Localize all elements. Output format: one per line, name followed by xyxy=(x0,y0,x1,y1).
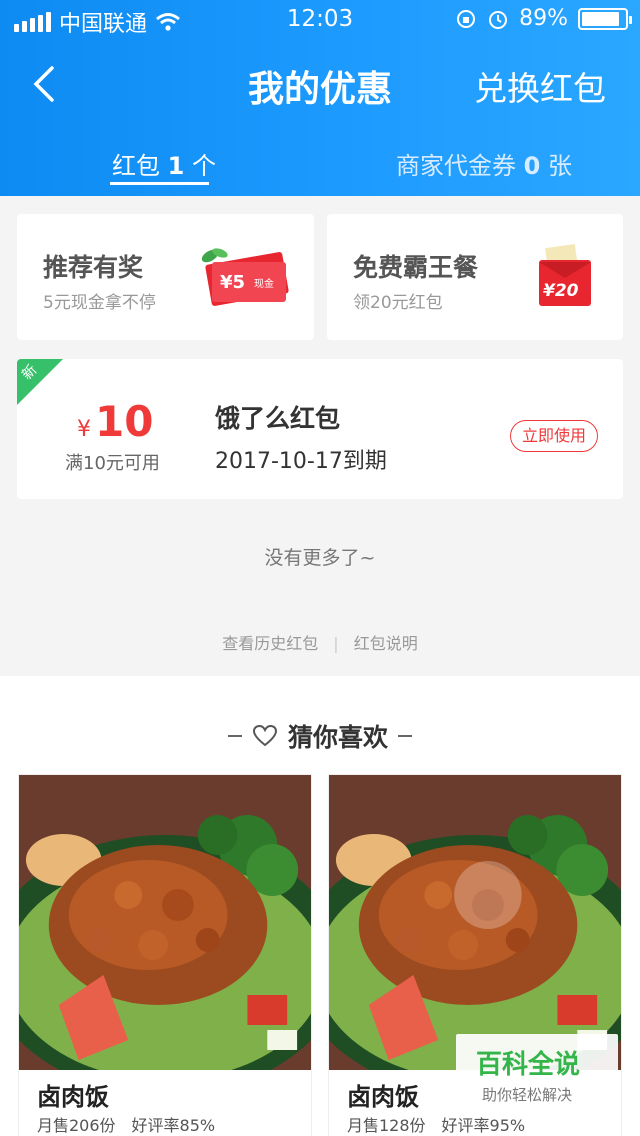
food-name: 卤肉饭 xyxy=(37,1083,109,1111)
tab-bar: 红包 1 个 商家代金券 0 张 xyxy=(0,140,640,196)
divider xyxy=(227,735,242,737)
promo-card-free-meal[interactable]: 免费霸王餐 领20元红包 ¥20 xyxy=(327,214,623,340)
food-name: 卤肉饭 xyxy=(347,1083,419,1111)
explain-link[interactable]: 红包说明 xyxy=(354,634,418,653)
food-item-card[interactable]: 卤肉饭 月售206份 好评率85% xyxy=(18,774,312,1136)
red-packet-coupon: 新 ¥ 10 满10元可用 饿了么红包 2017-10-17到期 立即使用 xyxy=(17,359,623,499)
cash-coupon-icon: ¥5 现金 xyxy=(201,248,289,306)
active-tab-indicator xyxy=(110,182,209,185)
no-more-text: 没有更多了~ xyxy=(264,547,376,569)
battery-icon xyxy=(578,7,632,30)
monthly-sales: 月售206份 xyxy=(37,1116,116,1135)
coupon-expiry: 2017-10-17到期 xyxy=(215,449,387,474)
svg-text:现金: 现金 xyxy=(254,277,274,290)
history-link[interactable]: 查看历史红包 xyxy=(222,634,318,653)
rating: 好评率85% xyxy=(131,1116,216,1135)
svg-text:¥5: ¥5 xyxy=(220,272,245,293)
heart-icon xyxy=(252,724,277,747)
tab-red-packets[interactable]: 红包 1 个 xyxy=(112,146,216,181)
use-now-button[interactable]: 立即使用 xyxy=(510,420,598,452)
food-photo xyxy=(329,775,621,1070)
divider xyxy=(398,735,412,737)
link-separator: | xyxy=(333,634,339,653)
coupon-condition: 满10元可用 xyxy=(65,453,160,474)
monthly-sales: 月售128份 xyxy=(347,1116,426,1135)
watermark: 百科全说 助你轻松解决 xyxy=(456,1034,618,1112)
status-bar: 中国联通 12:03 89% xyxy=(0,0,640,40)
red-envelope-icon: ¥20 xyxy=(539,244,591,306)
rating: 好评率95% xyxy=(441,1116,526,1135)
coupon-name: 饿了么红包 xyxy=(215,404,341,433)
redeem-button[interactable]: 兑换红包 xyxy=(474,62,606,110)
promo-card-referral[interactable]: 推荐有奖 5元现金拿不停 ¥5 现金 xyxy=(17,214,314,340)
alarm-icon xyxy=(489,10,508,29)
svg-text:¥20: ¥20 xyxy=(543,281,579,301)
rotation-lock-icon xyxy=(457,9,476,28)
section-title: 猜你喜欢 xyxy=(0,718,640,754)
coupon-amount: ¥ 10 xyxy=(77,397,154,446)
battery-fill xyxy=(582,11,620,26)
battery-percent: 89% xyxy=(519,6,568,31)
food-photo xyxy=(19,775,311,1070)
footer-links: 查看历史红包 | 红包说明 xyxy=(0,630,640,654)
tab-merchant-vouchers[interactable]: 商家代金券 0 张 xyxy=(396,146,572,181)
header: 中国联通 12:03 89% 我的优惠 兑换红包 红包 1 个 商家代金券 0 … xyxy=(0,0,640,196)
